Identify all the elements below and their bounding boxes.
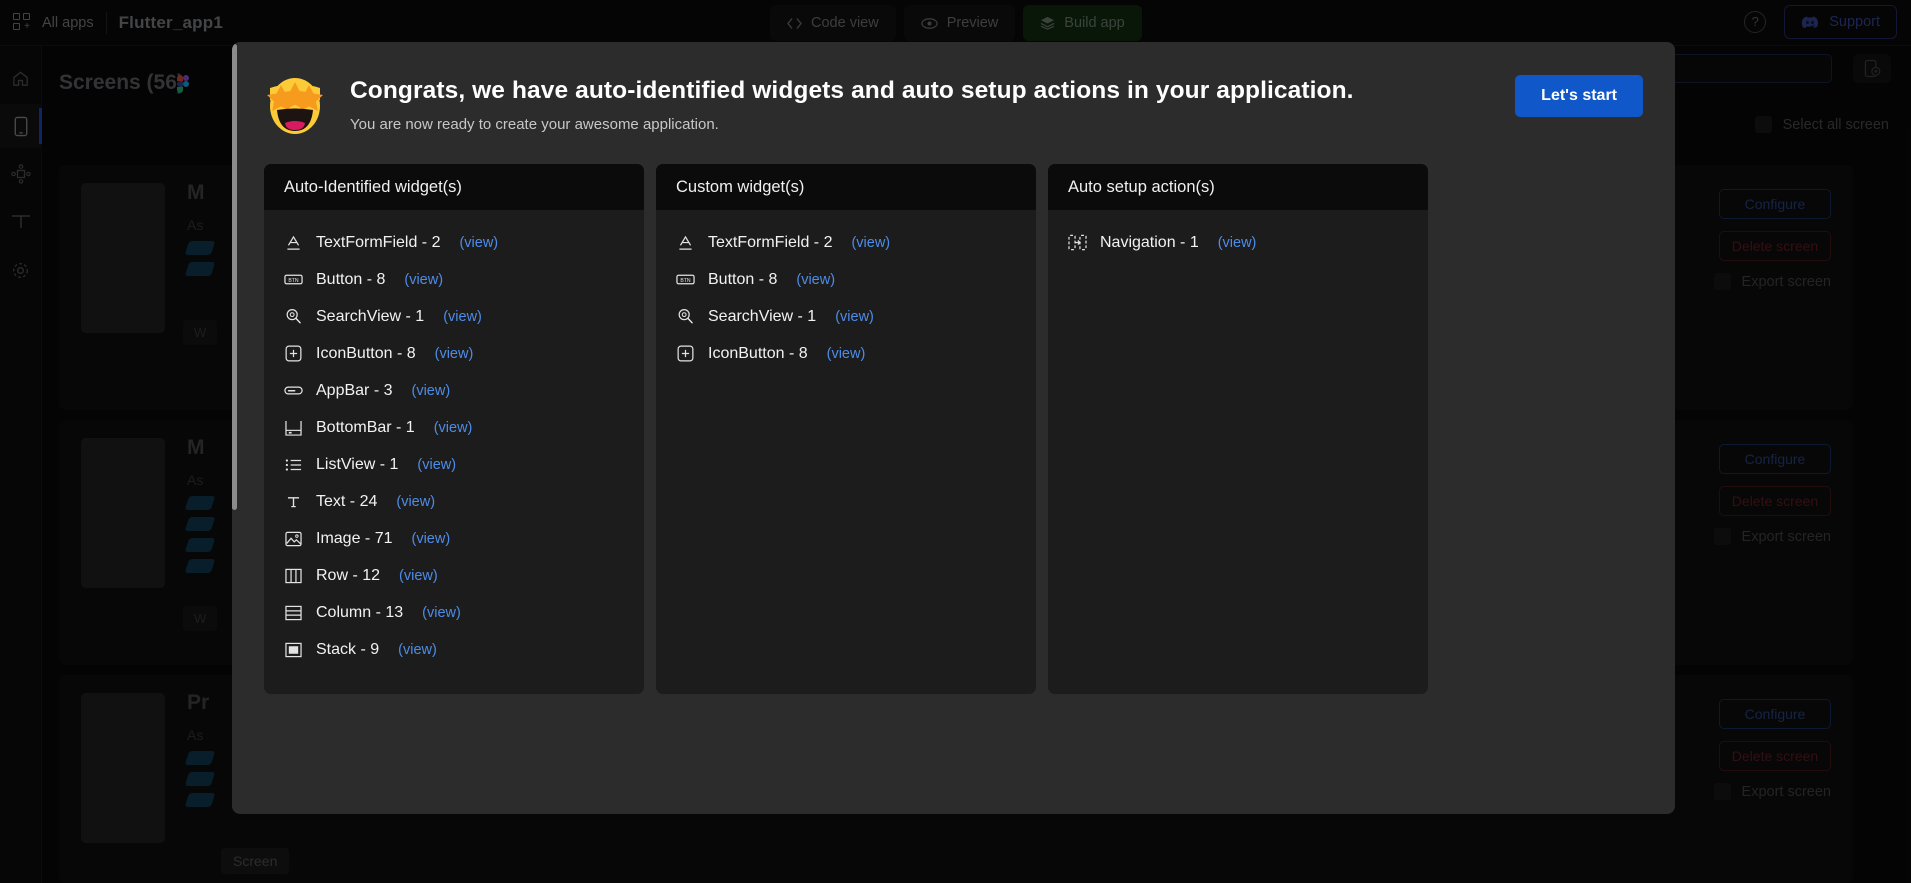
view-link[interactable]: (view) xyxy=(827,346,866,362)
widget-label: Button - 8 xyxy=(316,271,385,289)
panel-body: Navigation - 1 (view) xyxy=(1048,210,1428,271)
icon-button-icon xyxy=(676,344,695,363)
view-link[interactable]: (view) xyxy=(851,235,890,251)
view-link[interactable]: (view) xyxy=(398,642,437,658)
panel-heading: Auto setup action(s) xyxy=(1048,164,1428,210)
panel-scrollbar[interactable] xyxy=(232,42,237,572)
column-icon xyxy=(284,603,303,622)
panel-heading: Custom widget(s) xyxy=(656,164,1036,210)
panel-body: TextFormField - 2 (view) BTN Button - 8 … xyxy=(656,210,1036,382)
modal-header-text: Congrats, we have auto-identified widget… xyxy=(350,72,1354,133)
view-link[interactable]: (view) xyxy=(434,420,473,436)
widget-list-item[interactable]: Column - 13 (view) xyxy=(264,594,644,631)
widget-list-item[interactable]: TextFormField - 2 (view) xyxy=(656,224,1036,261)
widget-list-item[interactable]: BTN Button - 8 (view) xyxy=(264,261,644,298)
panel-auto-setup-actions: Auto setup action(s) Navigation - 1 (vie… xyxy=(1048,164,1428,694)
widget-label: IconButton - 8 xyxy=(316,345,416,363)
widget-label: SearchView - 1 xyxy=(316,308,424,326)
widget-list-item[interactable]: ListView - 1 (view) xyxy=(264,446,644,483)
text-form-field-icon xyxy=(676,233,695,252)
lets-start-button[interactable]: Let's start xyxy=(1515,75,1643,117)
view-link[interactable]: (view) xyxy=(396,494,435,510)
view-link[interactable]: (view) xyxy=(835,309,874,325)
bottombar-icon xyxy=(284,418,303,437)
view-link[interactable]: (view) xyxy=(796,272,835,288)
svg-text:BTN: BTN xyxy=(680,278,691,284)
widget-list-item[interactable]: Stack - 9 (view) xyxy=(264,631,644,668)
widget-label: Image - 71 xyxy=(316,530,392,548)
modal-title: Congrats, we have auto-identified widget… xyxy=(350,77,1354,105)
button-icon: BTN xyxy=(284,270,303,289)
view-link[interactable]: (view) xyxy=(411,531,450,547)
widget-label: Button - 8 xyxy=(708,271,777,289)
view-link[interactable]: (view) xyxy=(411,383,450,399)
search-view-icon xyxy=(284,307,303,326)
widget-label: TextFormField - 2 xyxy=(708,234,832,252)
view-link[interactable]: (view) xyxy=(404,272,443,288)
widget-label: ListView - 1 xyxy=(316,456,398,474)
congrats-modal: Congrats, we have auto-identified widget… xyxy=(232,42,1675,814)
panel-custom-widgets: Custom widget(s) TextFormField - 2 (view… xyxy=(656,164,1036,694)
view-link[interactable]: (view) xyxy=(435,346,474,362)
view-link[interactable]: (view) xyxy=(399,568,438,584)
widget-list-item[interactable]: TextFormField - 2 (view) xyxy=(264,224,644,261)
text-form-field-icon xyxy=(284,233,303,252)
widget-label: TextFormField - 2 xyxy=(316,234,440,252)
view-link[interactable]: (view) xyxy=(1218,235,1257,251)
widget-label: AppBar - 3 xyxy=(316,382,392,400)
button-icon: BTN xyxy=(676,270,695,289)
panel-auto-identified-widgets: Auto-Identified widget(s) TextFormField … xyxy=(264,164,644,694)
image-icon xyxy=(284,529,303,548)
star-struck-face-icon xyxy=(264,74,326,136)
svg-text:BTN: BTN xyxy=(288,278,299,284)
widget-label: IconButton - 8 xyxy=(708,345,808,363)
widget-list-item[interactable]: SearchView - 1 (view) xyxy=(656,298,1036,335)
widget-list-item[interactable]: BTN Button - 8 (view) xyxy=(656,261,1036,298)
widget-list-item[interactable]: IconButton - 8 (view) xyxy=(656,335,1036,372)
modal-subtitle: You are now ready to create your awesome… xyxy=(350,116,1354,133)
widget-label: BottomBar - 1 xyxy=(316,419,415,437)
icon-button-icon xyxy=(284,344,303,363)
widget-list-item[interactable]: Navigation - 1 (view) xyxy=(1048,224,1428,261)
widget-label: Navigation - 1 xyxy=(1100,234,1199,252)
modal-header: Congrats, we have auto-identified widget… xyxy=(232,42,1675,164)
app-root: + All apps Flutter_app1 Code view xyxy=(0,0,1911,883)
widget-list-item[interactable]: SearchView - 1 (view) xyxy=(264,298,644,335)
row-icon xyxy=(284,566,303,585)
view-link[interactable]: (view) xyxy=(422,605,461,621)
search-view-icon xyxy=(676,307,695,326)
modal-panels: Auto-Identified widget(s) TextFormField … xyxy=(232,164,1675,694)
view-link[interactable]: (view) xyxy=(417,457,456,473)
widget-list-item[interactable]: Image - 71 (view) xyxy=(264,520,644,557)
stack-icon xyxy=(284,640,303,659)
widget-label: SearchView - 1 xyxy=(708,308,816,326)
widget-label: Row - 12 xyxy=(316,567,380,585)
widget-list-item[interactable]: AppBar - 3 (view) xyxy=(264,372,644,409)
view-link[interactable]: (view) xyxy=(443,309,482,325)
widget-label: Stack - 9 xyxy=(316,641,379,659)
panel-heading: Auto-Identified widget(s) xyxy=(264,164,644,210)
view-link[interactable]: (view) xyxy=(459,235,498,251)
widget-label: Text - 24 xyxy=(316,493,377,511)
panel-body: TextFormField - 2 (view) BTN Button - 8 … xyxy=(264,210,644,678)
widget-list-item[interactable]: Row - 12 (view) xyxy=(264,557,644,594)
scrollbar-thumb[interactable] xyxy=(232,44,237,510)
widget-label: Column - 13 xyxy=(316,604,403,622)
listview-icon xyxy=(284,455,303,474)
widget-list-item[interactable]: Text - 24 (view) xyxy=(264,483,644,520)
widget-list-item[interactable]: IconButton - 8 (view) xyxy=(264,335,644,372)
text-icon xyxy=(284,492,303,511)
navigation-icon xyxy=(1068,233,1087,252)
appbar-icon xyxy=(284,381,303,400)
widget-list-item[interactable]: BottomBar - 1 (view) xyxy=(264,409,644,446)
